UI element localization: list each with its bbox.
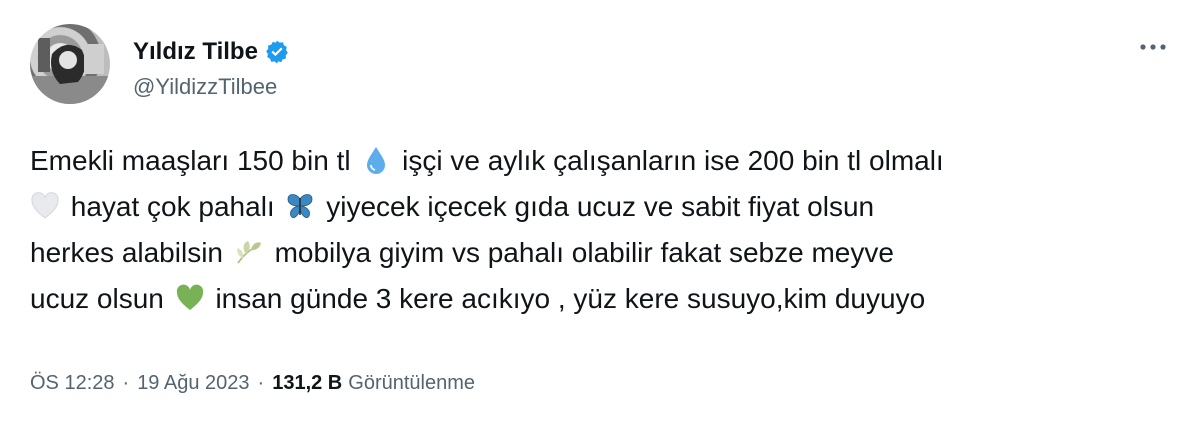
- author-handle[interactable]: @YildizzTilbee: [133, 74, 277, 100]
- meta-separator: ·: [122, 372, 130, 394]
- more-options-icon[interactable]: [1136, 36, 1170, 58]
- tweet-time[interactable]: ÖS 12:28: [30, 372, 115, 395]
- tweet-line-3: herkes alabilsin mobilya giyim vs pahalı…: [30, 230, 1170, 276]
- green-heart-icon: [176, 284, 203, 310]
- views-label[interactable]: Görüntülenme: [348, 372, 475, 395]
- tweet-text-segment: ucuz olsun: [30, 283, 164, 314]
- meta-separator: ·: [257, 372, 265, 394]
- tweet-text-segment: herkes alabilsin: [30, 237, 223, 268]
- white-heart-icon: [31, 192, 59, 219]
- leaf-icon: [237, 241, 261, 264]
- tweet-text-segment: yiyecek içecek gıda ucuz ve sabit fiyat …: [326, 191, 875, 222]
- tweet-line-4: ucuz olsun insan günde 3 kere acıkıyo , …: [30, 276, 1170, 322]
- avatar[interactable]: [30, 24, 110, 104]
- tweet-line-2: hayat çok pahalı yiyecek içecek gıda ucu…: [30, 184, 1170, 230]
- tweet-meta: ÖS 12:28 · 19 Ağu 2023 · 131,2 B Görüntü…: [30, 372, 475, 395]
- tweet-date[interactable]: 19 Ağu 2023: [137, 372, 249, 395]
- tweet-text-segment: insan günde 3 kere acıkıyo , yüz kere su…: [215, 283, 926, 314]
- tweet-text-segment: Emekli maaşları 150 bin tl: [30, 145, 351, 176]
- author-name-row[interactable]: Yıldız Tilbe: [133, 36, 290, 68]
- author-display-name[interactable]: Yıldız Tilbe: [133, 38, 258, 66]
- droplet-icon: [367, 147, 386, 174]
- tweet-text-segment: mobilya giyim vs pahalı olabilir fakat s…: [274, 237, 894, 268]
- views-count[interactable]: 131,2 B: [272, 372, 342, 395]
- tweet-text-segment: işçi ve aylık çalışanların ise 200 bin t…: [402, 145, 944, 176]
- tweet-text-segment: hayat çok pahalı: [70, 191, 275, 222]
- tweet-text: Emekli maaşları 150 bin tl işçi ve aylık…: [30, 138, 1170, 322]
- butterfly-icon: [288, 194, 313, 218]
- tweet-header: Yıldız Tilbe @YildizzTilbee: [30, 24, 1170, 110]
- verified-badge-icon: [266, 40, 288, 64]
- tweet-line-1: Emekli maaşları 150 bin tl işçi ve aylık…: [30, 138, 1170, 184]
